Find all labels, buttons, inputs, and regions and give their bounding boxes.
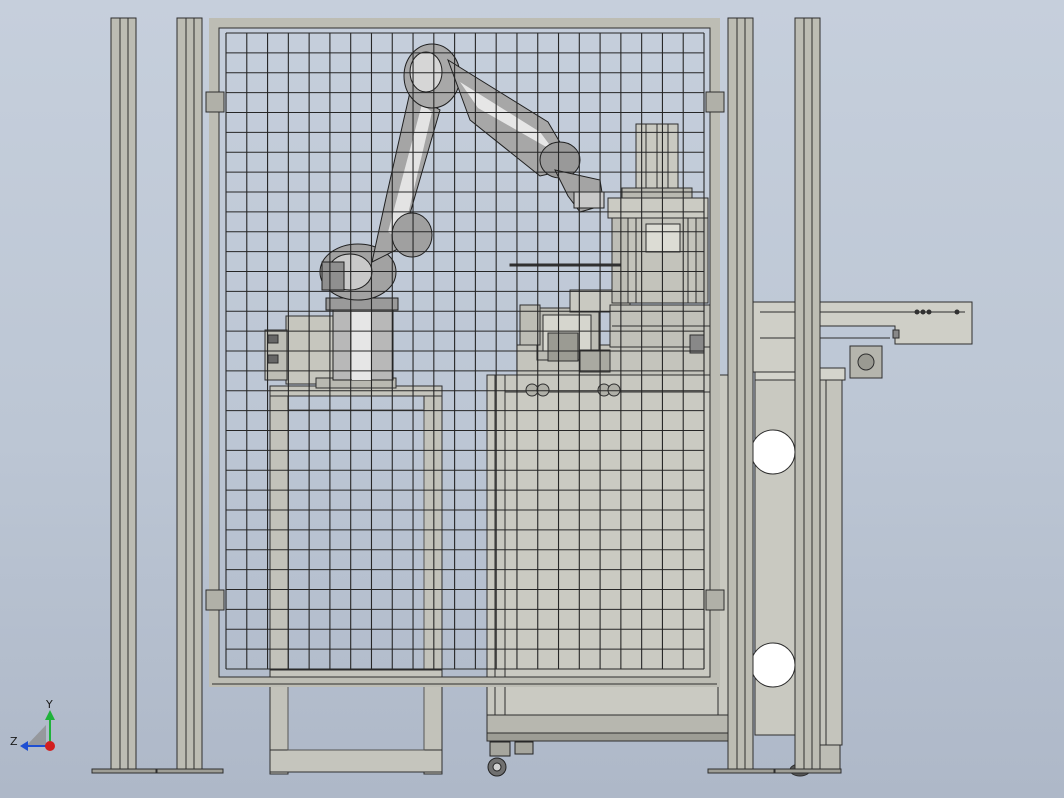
robot-cell-assembly-view[interactable]: Y Z [0,0,1064,798]
caster-left [487,741,534,777]
conveyor-rail [749,301,973,379]
cad-viewport[interactable]: Y Z [0,0,1064,798]
axis-y-label: Y [45,698,53,711]
coordinate-triad-icon: Y Z [10,698,55,751]
axis-z-label: Z [10,735,18,748]
fence-posts [91,17,842,774]
robot-pedestal [269,385,443,775]
